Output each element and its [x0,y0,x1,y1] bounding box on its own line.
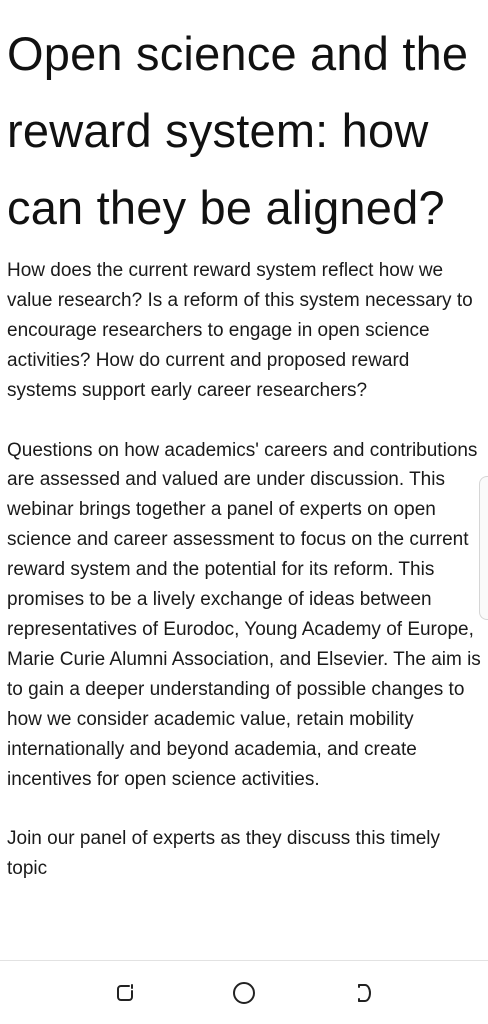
system-navigation-bar [0,960,488,1024]
recent-apps-icon [117,984,133,1001]
screen: Open science and the reward system: how … [0,0,488,1024]
back-button[interactable] [344,975,380,1011]
article-paragraph-1: How does the current reward system refle… [7,260,473,401]
article-title: Open science and the reward system: how … [7,27,469,234]
article-paragraph-3: Join our panel of experts as they discus… [7,828,440,880]
recent-apps-button[interactable] [107,975,143,1011]
home-button[interactable] [226,975,262,1011]
edge-panel-handle[interactable] [479,476,488,620]
article-content: Open science and the reward system: how … [7,0,481,960]
article-paragraph-2: Questions on how academics' careers and … [7,439,481,790]
back-icon [358,984,371,1002]
home-icon [233,982,255,1004]
